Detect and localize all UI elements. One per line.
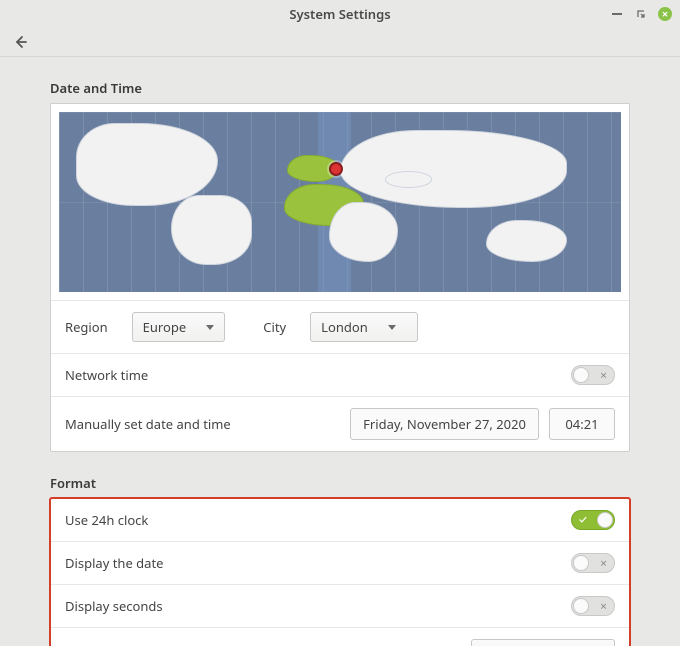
date-time-heading: Date and Time — [50, 79, 630, 97]
display-seconds-label: Display seconds — [65, 597, 163, 615]
manual-date-field[interactable]: Friday, November 27, 2020 — [350, 408, 539, 440]
maximize-icon[interactable] — [634, 7, 648, 21]
city-label: City — [263, 318, 286, 336]
format-panel: Use 24h clock Display the date Display s… — [50, 498, 630, 646]
display-seconds-toggle[interactable] — [571, 596, 615, 616]
region-value: Europe — [143, 318, 187, 336]
back-button[interactable] — [10, 32, 30, 52]
manual-time-value: 04:21 — [565, 415, 598, 433]
manual-date-value: Friday, November 27, 2020 — [363, 415, 526, 433]
date-time-panel: Region Europe City London Network time M… — [50, 103, 630, 452]
manual-time-field[interactable]: 04:21 — [549, 408, 615, 440]
network-time-toggle[interactable] — [571, 365, 615, 385]
use-24h-label: Use 24h clock — [65, 511, 148, 529]
region-select[interactable]: Europe — [132, 312, 226, 342]
display-date-toggle[interactable] — [571, 553, 615, 573]
timezone-map[interactable] — [59, 112, 621, 292]
use-24h-toggle[interactable] — [571, 510, 615, 530]
city-select[interactable]: London — [310, 312, 418, 342]
toolbar — [0, 28, 680, 57]
display-date-label: Display the date — [65, 554, 163, 572]
region-label: Region — [65, 318, 108, 336]
chevron-down-icon — [388, 325, 396, 330]
network-time-label: Network time — [65, 366, 148, 384]
window-controls — [610, 7, 672, 21]
chevron-down-icon — [206, 325, 214, 330]
minimize-icon[interactable] — [610, 7, 624, 21]
format-heading: Format — [50, 474, 630, 492]
window-title: System Settings — [0, 5, 680, 23]
titlebar: System Settings — [0, 0, 680, 28]
close-icon[interactable] — [658, 7, 672, 21]
manual-set-label: Manually set date and time — [65, 415, 231, 433]
city-value: London — [321, 318, 368, 336]
first-day-select[interactable]: Use locale default — [471, 639, 615, 646]
